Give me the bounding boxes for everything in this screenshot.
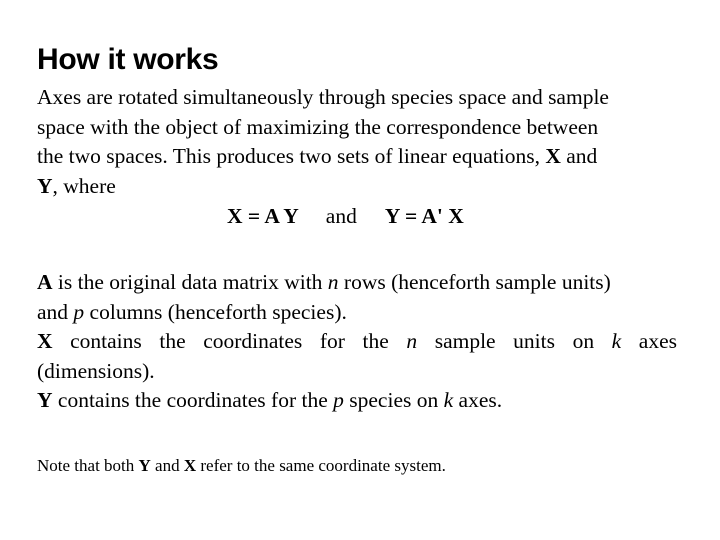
- definitions-paragraph: A is the original data matrix with n row…: [37, 268, 677, 416]
- definition-y-line: Y contains the coordinates for the p spe…: [37, 386, 677, 416]
- note-text: refer to the same coordinate system.: [196, 456, 446, 475]
- intro-line-4-text: , where: [52, 173, 116, 198]
- symbol-n: n: [406, 329, 418, 353]
- intro-line-3-end: and: [560, 144, 598, 168]
- equation-2: Y = A' X: [384, 204, 464, 228]
- symbol-x: X: [545, 144, 561, 168]
- definition-text: columns (henceforth species).: [84, 299, 347, 324]
- definition-a-line-2: and p columns (henceforth species).: [37, 298, 677, 328]
- definition-text: axes: [621, 329, 678, 353]
- intro-line-3-text: the two spaces. This produces two sets o…: [37, 144, 546, 168]
- definition-text: contains the coordinates for the: [52, 329, 407, 353]
- symbol-x: X: [37, 329, 53, 353]
- definition-x-line-1: X contains the coordinates for the n sam…: [37, 327, 677, 357]
- symbol-y: Y: [138, 456, 151, 475]
- slide-title: How it works: [37, 43, 219, 76]
- symbol-p: p: [73, 299, 85, 324]
- note-text: and: [150, 456, 184, 475]
- symbol-k: k: [611, 329, 622, 353]
- equations: X = A Y and Y = A' X: [227, 202, 464, 232]
- symbol-n: n: [327, 270, 339, 294]
- equation-1: X = A Y: [227, 204, 299, 228]
- definition-a-line-1: A is the original data matrix with n row…: [37, 268, 677, 298]
- definition-text: contains the coordinates for the: [52, 388, 334, 412]
- definition-text: axes.: [453, 388, 503, 412]
- note-text: Note that both: [37, 456, 139, 475]
- intro-line-1: Axes are rotated simultaneously through …: [37, 85, 609, 109]
- symbol-a: A: [37, 270, 53, 294]
- definition-text: species on: [343, 388, 444, 412]
- equation-connector: and: [325, 204, 357, 228]
- symbol-k: k: [443, 388, 454, 412]
- intro-paragraph: Axes are rotated simultaneously through …: [37, 83, 677, 201]
- intro-line-4: Y, where: [37, 172, 677, 202]
- definition-text: rows (henceforth sample units): [338, 270, 611, 294]
- symbol-y: Y: [37, 388, 53, 412]
- definition-text: and: [37, 299, 74, 324]
- symbol-x: X: [183, 456, 197, 475]
- definition-text: is the original data matrix with: [52, 270, 328, 294]
- symbol-p: p: [333, 388, 344, 412]
- footnote: Note that both Y and X refer to the same…: [37, 455, 446, 477]
- intro-line-3: the two spaces. This produces two sets o…: [37, 142, 677, 172]
- symbol-y: Y: [37, 173, 53, 198]
- intro-line-2: space with the object of maximizing the …: [37, 114, 599, 139]
- definition-x-line-2: (dimensions).: [37, 358, 155, 383]
- definition-text: sample units on: [417, 329, 612, 353]
